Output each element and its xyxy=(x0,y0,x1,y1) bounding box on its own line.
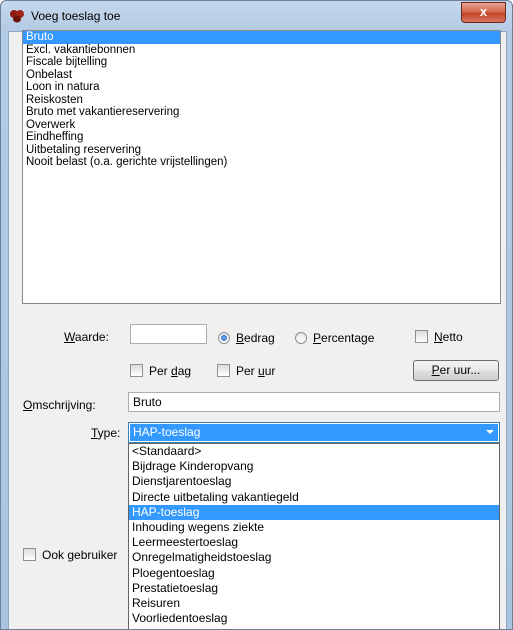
ook-text: ebruiker xyxy=(74,548,118,562)
ook-prefix: Ook xyxy=(42,548,68,562)
waarde-label: Waarde: xyxy=(64,330,109,344)
omschrijving-mnemonic: O xyxy=(23,398,33,412)
per-uur-text: ur xyxy=(264,364,276,378)
bedrag-label[interactable]: Bedrag xyxy=(236,331,275,345)
list-item[interactable]: Bruto xyxy=(23,31,500,44)
dropdown-option[interactable]: Onregelmatigheidstoeslag xyxy=(129,550,499,565)
per-uur-button-text: er uur... xyxy=(439,363,481,377)
bedrag-radio[interactable] xyxy=(218,332,230,344)
per-uur-checkbox[interactable] xyxy=(217,364,230,377)
waarde-label-text: aarde: xyxy=(74,330,109,344)
percentage-radio[interactable] xyxy=(295,332,307,344)
per-uur-button-mnemonic: P xyxy=(431,363,440,377)
omschrijving-label: Omschrijving: xyxy=(23,398,96,412)
dropdown-option[interactable]: Leermeestertoeslag xyxy=(129,535,499,550)
per-dag-prefix: Per xyxy=(149,364,172,378)
type-select[interactable]: HAP-toeslag xyxy=(128,422,500,443)
window-title: Voeg toeslag toe xyxy=(31,9,121,23)
dropdown-option[interactable]: Voorliedentoeslag xyxy=(129,611,499,626)
waarde-label-mnemonic: W xyxy=(64,330,75,344)
chevron-down-icon[interactable] xyxy=(486,430,494,434)
per-uur-prefix: Per xyxy=(236,364,259,378)
ook-gebruiker-checkbox[interactable] xyxy=(23,548,36,561)
type-dropdown-list[interactable]: <Standaard> Bijdrage Kinderopvang Dienst… xyxy=(128,443,500,629)
per-dag-mnemonic: d xyxy=(171,364,178,378)
dropdown-option[interactable]: HAP-toeslag xyxy=(129,504,499,520)
list-item[interactable]: Loon in natura xyxy=(23,81,500,94)
dialog-window: Voeg toeslag toe x Bruto Excl. vakantieb… xyxy=(0,0,513,630)
bedrag-text: edrag xyxy=(244,331,275,345)
per-dag-checkbox[interactable] xyxy=(130,364,143,377)
per-dag-label[interactable]: Per dag xyxy=(149,364,191,378)
per-dag-text: ag xyxy=(177,364,192,378)
app-icon xyxy=(10,10,24,23)
ook-gebruiker-label[interactable]: Ook gebruiker xyxy=(42,548,128,562)
title-bar[interactable]: Voeg toeslag toe x xyxy=(1,1,512,31)
omschrijving-input[interactable]: Bruto xyxy=(128,392,500,412)
omschrijving-text: mschrijving: xyxy=(32,398,96,412)
per-uur-button[interactable]: Per uur... xyxy=(413,360,499,381)
type-selected-value: HAP-toeslag xyxy=(130,424,498,441)
dropdown-option[interactable]: Bijdrage Kinderopvang xyxy=(129,459,499,474)
dropdown-option[interactable]: <Standaard> xyxy=(129,444,499,459)
type-label: Type: xyxy=(91,426,120,440)
toeslag-category-list[interactable]: Bruto Excl. vakantiebonnen Fiscale bijte… xyxy=(22,30,501,304)
percentage-text: ercentage xyxy=(321,331,375,345)
netto-mnemonic: N xyxy=(434,330,443,344)
dropdown-option[interactable]: Inhouding wegens ziekte xyxy=(129,520,499,535)
dropdown-option[interactable]: Prestatietoeslag xyxy=(129,581,499,596)
list-item[interactable]: Onbelast xyxy=(23,69,500,82)
per-uur-label[interactable]: Per uur xyxy=(236,364,275,378)
list-item[interactable]: Nooit belast (o.a. gerichte vrijstelling… xyxy=(23,156,500,169)
list-item[interactable]: Uitbetaling reservering xyxy=(23,144,500,157)
netto-text: etto xyxy=(442,330,463,344)
percentage-label[interactable]: Percentage xyxy=(313,331,374,345)
percentage-mnemonic: P xyxy=(313,331,322,345)
dropdown-option[interactable]: Ploegentoeslag xyxy=(129,566,499,581)
dropdown-option[interactable]: Dienstjarentoeslag xyxy=(129,474,499,489)
type-text: ype: xyxy=(97,426,121,440)
list-item[interactable]: Reiskosten xyxy=(23,94,500,107)
bedrag-mnemonic: B xyxy=(236,331,245,345)
list-item[interactable]: Overwerk xyxy=(23,119,500,132)
close-button[interactable]: x xyxy=(461,2,506,23)
type-mnemonic: T xyxy=(91,426,98,440)
list-item[interactable]: Fiscale bijtelling xyxy=(23,56,500,69)
list-item[interactable]: Excl. vakantiebonnen xyxy=(23,44,500,57)
list-item[interactable]: Bruto met vakantiereservering xyxy=(23,106,500,119)
waarde-input[interactable] xyxy=(130,324,207,344)
list-item[interactable]: Eindheffing xyxy=(23,131,500,144)
dropdown-option[interactable]: Reisuren xyxy=(129,596,499,611)
dropdown-option[interactable]: Directe uitbetaling vakantiegeld xyxy=(129,490,499,505)
netto-label[interactable]: Netto xyxy=(434,330,463,344)
per-uur-mnemonic: u xyxy=(258,364,265,378)
netto-checkbox[interactable] xyxy=(415,330,428,343)
